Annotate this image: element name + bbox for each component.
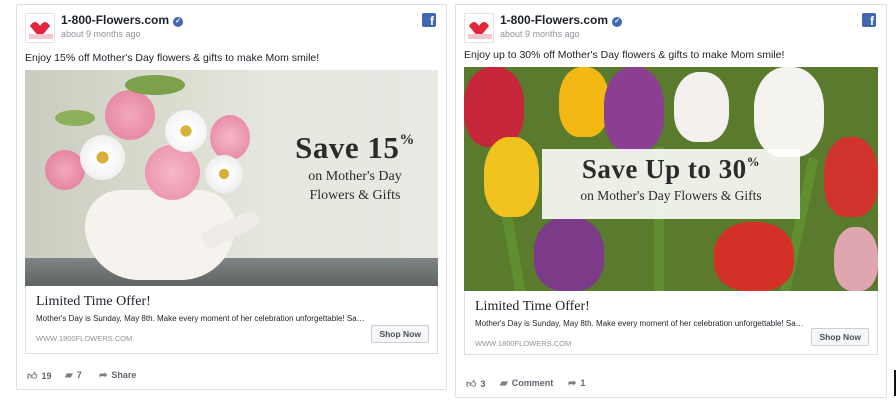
post-header: 1-800-Flowers.com ✓ about 9 months ago f	[464, 11, 878, 47]
ad-post-right: 1-800-Flowers.com ✓ about 9 months ago f …	[455, 4, 887, 398]
link-description: Mother's Day is Sunday, May 8th. Make ev…	[475, 319, 805, 328]
link-preview[interactable]: Limited Time Offer! Mother's Day is Sund…	[25, 286, 438, 354]
rose	[210, 115, 250, 160]
leaf	[55, 110, 95, 126]
tulip	[559, 67, 609, 137]
post-text: Enjoy up to 30% off Mother's Day flowers…	[464, 49, 785, 61]
share-count[interactable]: ➦ 1	[568, 378, 585, 389]
like-count[interactable]: 👍︎ 19	[27, 370, 51, 382]
tulip	[834, 227, 878, 291]
link-headline[interactable]: Limited Time Offer!	[36, 294, 151, 310]
promo-subline: on Mother's Day Flowers & Gifts	[580, 188, 762, 203]
promo-text-box: Save Up to 30% on Mother's Day Flowers &…	[542, 149, 800, 219]
link-url: WWW.1800FLOWERS.COM	[36, 334, 133, 343]
comment-icon: ▰	[500, 378, 508, 389]
leaf	[125, 75, 185, 95]
table-surface	[25, 258, 438, 286]
post-timestamp[interactable]: about 9 months ago	[500, 29, 580, 39]
post-timestamp[interactable]: about 9 months ago	[61, 29, 141, 39]
facebook-icon: f	[422, 13, 436, 28]
rose	[105, 90, 155, 140]
tulip	[464, 67, 524, 147]
daisy	[165, 110, 207, 152]
ad-image[interactable]: Save 15% on Mother's Day Flowers & Gifts	[25, 70, 438, 286]
link-preview[interactable]: Limited Time Offer! Mother's Day is Sund…	[464, 291, 878, 355]
post-text: Enjoy 15% off Mother's Day flowers & gif…	[25, 52, 320, 64]
page-name[interactable]: 1-800-Flowers.com ✓	[500, 13, 623, 27]
post-actions: 👍︎ 19 ▰ 7 ➦ Share	[17, 361, 446, 389]
ad-image[interactable]: Save Up to 30% on Mother's Day Flowers &…	[464, 67, 878, 291]
shop-now-button[interactable]: Shop Now	[811, 328, 869, 346]
comment-count[interactable]: ▰ 7	[65, 370, 82, 381]
verified-check-icon: ✓	[173, 17, 184, 27]
post-actions: 👍︎ 3 ▰ Comment ➦ 1	[456, 369, 886, 397]
promo-headline: Save 15%	[295, 130, 415, 165]
like-icon: 👍︎	[466, 379, 477, 390]
tulip	[674, 72, 729, 142]
post-header: 1-800-Flowers.com ✓ about 9 months ago f	[25, 11, 438, 47]
flowers-logo-icon	[465, 14, 493, 42]
rose	[45, 150, 85, 190]
comment-icon: ▰	[65, 370, 73, 381]
promo-subline-1: on Mother's Day	[308, 169, 402, 184]
page-name[interactable]: 1-800-Flowers.com ✓	[61, 13, 184, 27]
tulip	[714, 222, 794, 291]
tulip	[534, 217, 604, 291]
tulip	[604, 67, 664, 152]
share-button[interactable]: ➦ Share	[99, 370, 136, 381]
link-url: WWW.1800FLOWERS.COM	[475, 339, 572, 348]
daisy	[80, 135, 125, 180]
share-icon: ➦	[568, 378, 577, 389]
like-count[interactable]: 👍︎ 3	[466, 378, 485, 390]
link-headline[interactable]: Limited Time Offer!	[475, 299, 590, 315]
like-icon: 👍︎	[27, 371, 38, 382]
page-avatar[interactable]	[25, 13, 55, 43]
tulip	[824, 137, 878, 217]
daisy	[205, 155, 243, 193]
page-avatar[interactable]	[464, 13, 494, 43]
promo-subline-2: Flowers & Gifts	[309, 188, 401, 203]
flowers-logo-icon	[26, 14, 54, 42]
tulip	[484, 137, 539, 217]
ad-post-left: 1-800-Flowers.com ✓ about 9 months ago f …	[16, 4, 447, 390]
facebook-icon: f	[862, 13, 876, 28]
rose	[145, 145, 200, 200]
tulip	[754, 67, 824, 157]
shop-now-button[interactable]: Shop Now	[371, 325, 429, 343]
promo-text: Save 15% on Mother's Day Flowers & Gifts	[280, 130, 430, 204]
comment-button[interactable]: ▰ Comment	[500, 378, 553, 389]
promo-headline: Save Up to 30%	[581, 154, 761, 184]
verified-check-icon: ✓	[612, 17, 623, 27]
link-description: Mother's Day is Sunday, May 8th. Make ev…	[36, 314, 366, 323]
share-icon: ➦	[99, 370, 108, 381]
